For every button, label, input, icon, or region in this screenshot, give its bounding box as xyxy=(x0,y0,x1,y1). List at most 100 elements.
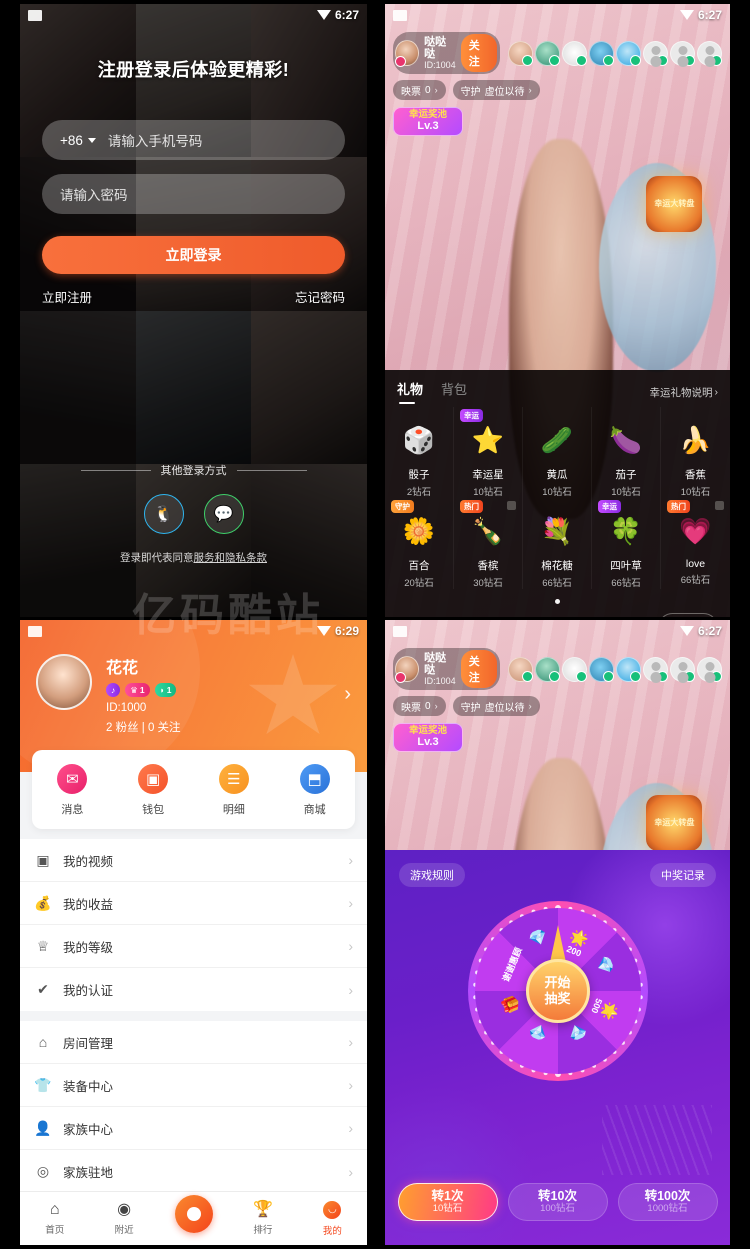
avatar xyxy=(395,656,420,683)
status-right: 6:27 xyxy=(679,8,722,22)
viewer-avatar[interactable] xyxy=(535,656,560,682)
menu-label: 装备中心 xyxy=(63,1079,114,1094)
ticket-label: 映票 xyxy=(401,86,421,98)
anchor-card[interactable]: 哒哒哒 ID:1004 关注 xyxy=(393,648,500,690)
gift-item[interactable]: 🎲 骰子 2钻石 xyxy=(385,407,454,498)
viewer-avatar[interactable] xyxy=(562,656,587,682)
viewer-avatars[interactable] xyxy=(508,656,722,682)
follow-button[interactable]: 关注 xyxy=(460,650,497,688)
page-dot[interactable] xyxy=(555,599,560,604)
quick-action-messages[interactable]: ✉ 消息 xyxy=(32,764,113,817)
gift-item[interactable]: 🥒 黄瓜 10钻石 xyxy=(523,407,592,498)
badge-value: 1 xyxy=(166,685,172,695)
phone-input[interactable]: +86 请输入手机号码 xyxy=(42,120,345,160)
avatar[interactable] xyxy=(36,654,92,710)
tab-gifts[interactable]: 礼物 xyxy=(397,379,423,405)
gift-item[interactable]: 守护 🌼 百合 20钻石 xyxy=(385,498,454,589)
tab-home[interactable]: ⌂ 首页 xyxy=(20,1201,89,1236)
chevron-right-icon: › xyxy=(348,1163,353,1180)
quick-action-store[interactable]: ⬒ 商城 xyxy=(274,764,355,817)
gift-item[interactable]: 💐 棉花糖 66钻石 xyxy=(523,498,592,589)
gift-item[interactable]: 幸运 🍀 四叶草 66钻石 xyxy=(592,498,661,589)
quick-action-details[interactable]: ☰ 明细 xyxy=(194,764,275,817)
tab-ranking[interactable]: 🏆 排行 xyxy=(228,1200,297,1236)
lucky-pool-badge[interactable]: 幸运奖池 Lv.3 xyxy=(393,107,463,136)
viewer-avatar[interactable] xyxy=(616,656,641,682)
trophy-icon: 🏆 xyxy=(252,1200,273,1218)
viewer-avatar[interactable] xyxy=(562,40,587,66)
viewer-avatar[interactable] xyxy=(589,656,614,682)
viewer-avatar[interactable] xyxy=(616,40,641,66)
viewer-avatar[interactable] xyxy=(508,656,533,682)
menu-item-my-level[interactable]: ♕ 我的等级 › xyxy=(20,925,367,968)
menu-item-equipment-center[interactable]: 👕 装备中心 › xyxy=(20,1064,367,1107)
gift-item[interactable]: 幸运 ⭐ 幸运星 10钻石 xyxy=(454,407,523,498)
tab-nearby[interactable]: ◉ 附近 xyxy=(89,1201,158,1236)
menu-item-room-management[interactable]: ⌂ 房间管理 › xyxy=(20,1021,367,1064)
login-button[interactable]: 立即登录 xyxy=(42,236,345,274)
viewer-avatar[interactable] xyxy=(670,40,695,66)
spin-10-button[interactable]: 转10次 100钻石 xyxy=(507,1183,608,1221)
page-title: 注册登录后体验更精彩! xyxy=(97,60,290,80)
login-card: 注册登录后体验更精彩! +86 请输入手机号码 请输入密码 立即登录 立即注册 … xyxy=(20,56,367,306)
ticket-chip[interactable]: 映票 0 › xyxy=(393,696,446,716)
menu-item-my-earnings[interactable]: 💰 我的收益 › xyxy=(20,882,367,925)
viewer-avatar[interactable] xyxy=(643,40,668,66)
anchor-row: 哒哒哒 ID:1004 关注 xyxy=(393,32,722,74)
register-link[interactable]: 立即注册 xyxy=(42,287,92,306)
ticket-chip[interactable]: 映票 0 › xyxy=(393,80,446,100)
live-header: 哒哒哒 ID:1004 关注 映票 0 › 守护 虚位以待 › 幸运奖池 Lv.… xyxy=(385,26,730,142)
menu-item-family-center[interactable]: 👤 家族中心 › xyxy=(20,1107,367,1150)
lucky-wheel-entry-icon[interactable]: 幸运大转盘 xyxy=(646,175,703,232)
tab-label: 附近 xyxy=(114,1224,134,1236)
spin-buttons: 转1次 10钻石 转10次 100钻石 转100次 1000钻石 xyxy=(385,1183,730,1221)
menu-item-my-certification[interactable]: ✔ 我的认证 › xyxy=(20,968,367,1011)
guard-chip[interactable]: 守护 虚位以待 › xyxy=(452,80,540,100)
qq-login-button[interactable]: 🐧 xyxy=(143,494,184,534)
status-right: 6:27 xyxy=(679,624,722,638)
gift-item[interactable]: 🍆 茄子 10钻石 xyxy=(592,407,661,498)
spin-1-button[interactable]: 转1次 10钻石 xyxy=(397,1183,498,1221)
terms-link[interactable]: 服务和隐私条款 xyxy=(194,552,268,564)
tab-mine[interactable]: ◡ 我的 xyxy=(298,1200,367,1237)
viewer-avatar[interactable] xyxy=(670,656,695,682)
viewer-avatar[interactable] xyxy=(589,40,614,66)
prize-wheel[interactable]: 🌟 200 💎 🌟 500 💎 💎 🎁 谢谢惠顾 💎 开始 抽奖 xyxy=(467,901,648,1081)
lucky-pool-badge[interactable]: 幸运奖池 Lv.3 xyxy=(393,723,463,752)
menu-item-family-base[interactable]: ◎ 家族驻地 › xyxy=(20,1150,367,1193)
gift-icon: 🎲 xyxy=(402,425,436,455)
send-gift-button[interactable]: 赠送 xyxy=(657,613,718,617)
gift-tabs: 礼物 背包 xyxy=(397,379,467,405)
gift-item[interactable]: 热门 💗 love 66钻石 xyxy=(661,498,730,589)
chevron-right-icon[interactable]: › xyxy=(344,683,351,706)
wechat-login-button[interactable]: 💬 xyxy=(203,494,244,534)
country-code-selector[interactable]: +86 xyxy=(60,133,96,148)
viewer-avatar[interactable] xyxy=(697,656,722,682)
gift-item[interactable]: 热门 🍾 香槟 30钻石 xyxy=(454,498,523,589)
start-draw-button[interactable]: 开始 抽奖 xyxy=(525,959,590,1023)
quick-action-wallet[interactable]: ▣ 钱包 xyxy=(113,764,194,817)
clock: 6:27 xyxy=(697,624,722,638)
tab-go-live[interactable] xyxy=(159,1194,228,1233)
gift-tag: 热门 xyxy=(460,500,483,513)
password-input[interactable]: 请输入密码 xyxy=(42,174,345,214)
anchor-card[interactable]: 哒哒哒 ID:1004 关注 xyxy=(393,32,500,74)
forgot-password-link[interactable]: 忘记密码 xyxy=(295,287,345,306)
viewer-avatar[interactable] xyxy=(697,40,722,66)
badge-value: 1 xyxy=(139,685,145,695)
game-rules-button[interactable]: 游戏规则 xyxy=(399,863,465,887)
spin-100-button[interactable]: 转100次 1000钻石 xyxy=(617,1183,718,1221)
lucky-gift-info-link[interactable]: 幸运礼物说明 › xyxy=(650,385,719,400)
gift-item[interactable]: 🍌 香蕉 10钻石 xyxy=(661,407,730,498)
guard-chip[interactable]: 守护 虚位以待 › xyxy=(452,696,540,716)
win-records-button[interactable]: 中奖记录 xyxy=(650,863,716,887)
gift-price: 10钻石 xyxy=(680,487,711,498)
viewer-avatars[interactable] xyxy=(508,40,722,66)
viewer-avatar[interactable] xyxy=(643,656,668,682)
lucky-wheel-entry-icon[interactable]: 幸运大转盘 xyxy=(646,795,703,851)
menu-item-my-videos[interactable]: ▣ 我的视频 › xyxy=(20,839,367,882)
viewer-avatar[interactable] xyxy=(508,40,533,66)
follow-button[interactable]: 关注 xyxy=(460,34,497,72)
viewer-avatar[interactable] xyxy=(535,40,560,66)
tab-backpack[interactable]: 背包 xyxy=(441,379,467,405)
